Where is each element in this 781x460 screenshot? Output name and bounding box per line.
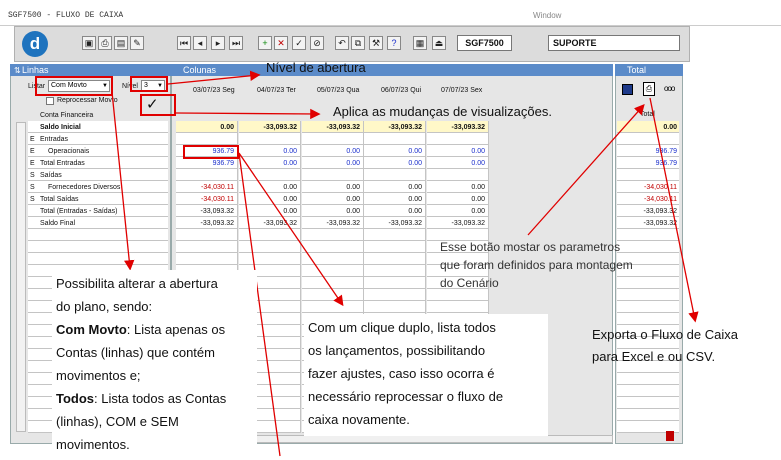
callout-abertura-5: movimentos e; <box>56 368 141 383</box>
callout-duplo-1: Com um clique duplo, lista todos <box>308 320 496 335</box>
callout-abertura-6: Todos: Lista todos as Contas <box>56 391 227 406</box>
callout-abertura-3: Com Movto: Lista apenas os <box>56 322 226 337</box>
callout-exporta-2: para Excel e ou CSV. <box>592 349 716 364</box>
callout-duplo-5: caixa novamente. <box>308 412 410 427</box>
callout-parametros-2: que foram definidos para montagem <box>440 258 633 272</box>
callout-abertura-7: (linhas), COM e SEM <box>56 414 179 429</box>
callout-exporta-1: Exporta o Fluxo de Caixa <box>592 327 738 342</box>
callout-duplo-4: necessário reprocessar o fluxo de <box>308 389 504 404</box>
callout-duplo-3: fazer ajustes, caso isso ocorra é <box>308 366 495 381</box>
callout-duplo-2: os lançamentos, possibilitando <box>308 343 486 358</box>
callout-abertura-4: Contas (linhas) que contém <box>56 345 215 360</box>
callout-abertura-1: Possibilita alterar a abertura <box>56 276 218 291</box>
callout-parametros-3: do Cenário <box>440 276 499 290</box>
callout-abertura-2: do plano, sendo: <box>56 299 153 314</box>
callout-parametros-1: Esse botão mostar os parametros <box>440 240 621 254</box>
callout-abertura-8: movimentos. <box>56 437 130 452</box>
callout-aplica: Aplica as mudanças de visualizações. <box>333 104 552 119</box>
callout-nivel: Nível de abertura <box>266 60 366 75</box>
